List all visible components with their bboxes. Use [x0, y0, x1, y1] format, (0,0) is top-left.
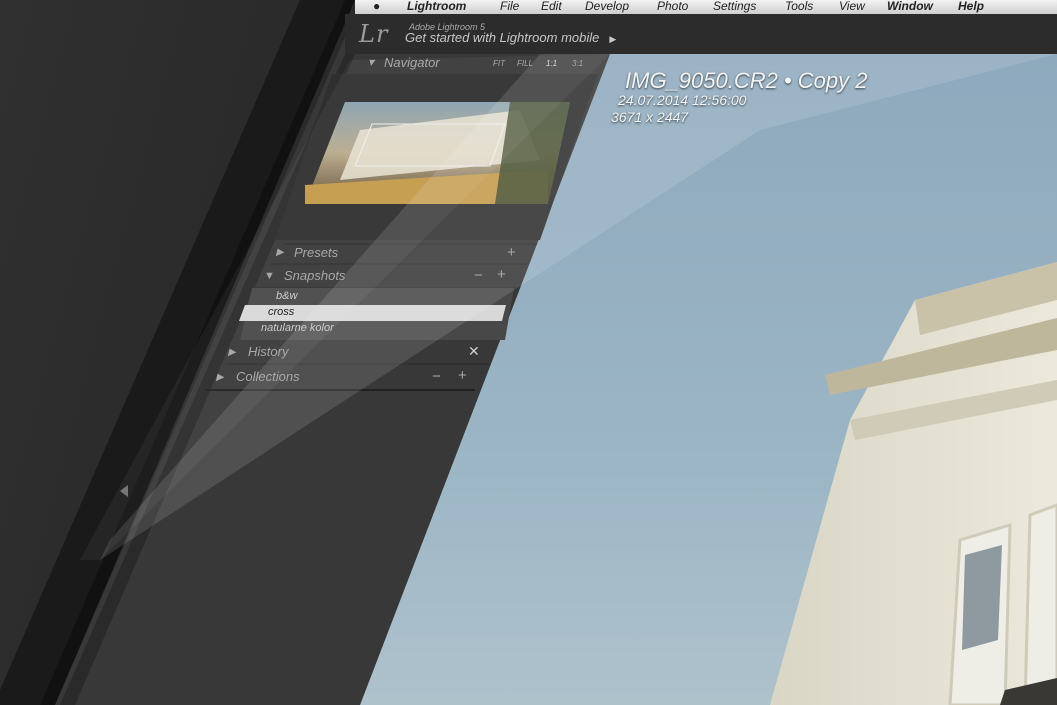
snapshots-header[interactable]: Snapshots [284, 268, 345, 283]
menu-edit[interactable]: Edit [541, 0, 562, 13]
photo-filename: IMG_9050.CR2 • Copy 2 [625, 68, 868, 93]
remove-collection-icon[interactable]: − [432, 368, 441, 385]
screen-perspective [0, 0, 1057, 705]
menu-develop[interactable]: Develop [585, 0, 629, 13]
menu-photo[interactable]: Photo [657, 0, 688, 13]
menu-tools[interactable]: Tools [785, 0, 813, 13]
zoom-fit[interactable]: FIT [493, 59, 505, 68]
add-snapshot-icon[interactable]: + [497, 266, 506, 283]
menu-help[interactable]: Help [958, 0, 984, 13]
remove-snapshot-icon[interactable]: − [474, 267, 483, 284]
menu-view[interactable]: View [839, 0, 865, 13]
history-expand-icon[interactable]: ▶ [228, 347, 236, 358]
menu-app[interactable]: Lightroom [407, 0, 466, 13]
snapshots-collapse-icon[interactable]: ▼ [264, 270, 275, 282]
navigator-title: Navigator [384, 55, 440, 70]
menu-window[interactable]: Window [887, 0, 933, 13]
add-collection-icon[interactable]: + [458, 367, 467, 384]
lightroom-logo: Lr [359, 20, 389, 48]
mobile-link-label: Get started with Lightroom mobile [405, 30, 600, 45]
add-preset-icon[interactable]: + [507, 244, 516, 261]
collections-header[interactable]: Collections [236, 369, 300, 384]
navigator-collapse-icon[interactable]: ▾ [368, 55, 374, 69]
zoom-fill[interactable]: FILL [517, 59, 533, 68]
identity-plate: Lr Adobe Lightroom 5 Get started with Li… [345, 14, 1057, 54]
presets-header[interactable]: Presets [294, 245, 338, 260]
snapshot-item-bw[interactable]: b&w [276, 290, 297, 302]
snapshot-item-cross[interactable]: cross [268, 306, 294, 318]
snapshot-item-natural[interactable]: natularne kolor [261, 322, 334, 334]
clear-history-icon[interactable]: ✕ [468, 343, 480, 360]
menu-settings[interactable]: Settings [713, 0, 756, 13]
zoom-1-1[interactable]: 1:1 [546, 59, 557, 68]
mobile-link[interactable]: Get started with Lightroom mobile ▶ [405, 30, 616, 45]
zoom-3-1[interactable]: 3:1 [572, 59, 583, 68]
play-arrow-icon: ▶ [609, 34, 617, 44]
photo-capture-date: 24.07.2014 12:56:00 [618, 92, 747, 108]
history-header[interactable]: History [248, 344, 288, 359]
presets-expand-icon[interactable]: ▶ [276, 247, 284, 258]
photo-dimensions: 3671 x 2447 [611, 109, 689, 125]
apple-icon[interactable]: ● [373, 0, 380, 13]
collections-expand-icon[interactable]: ▶ [216, 372, 224, 383]
menu-file[interactable]: File [500, 0, 519, 13]
menu-bar: ● Lightroom File Edit Develop Photo Sett… [355, 0, 1057, 14]
